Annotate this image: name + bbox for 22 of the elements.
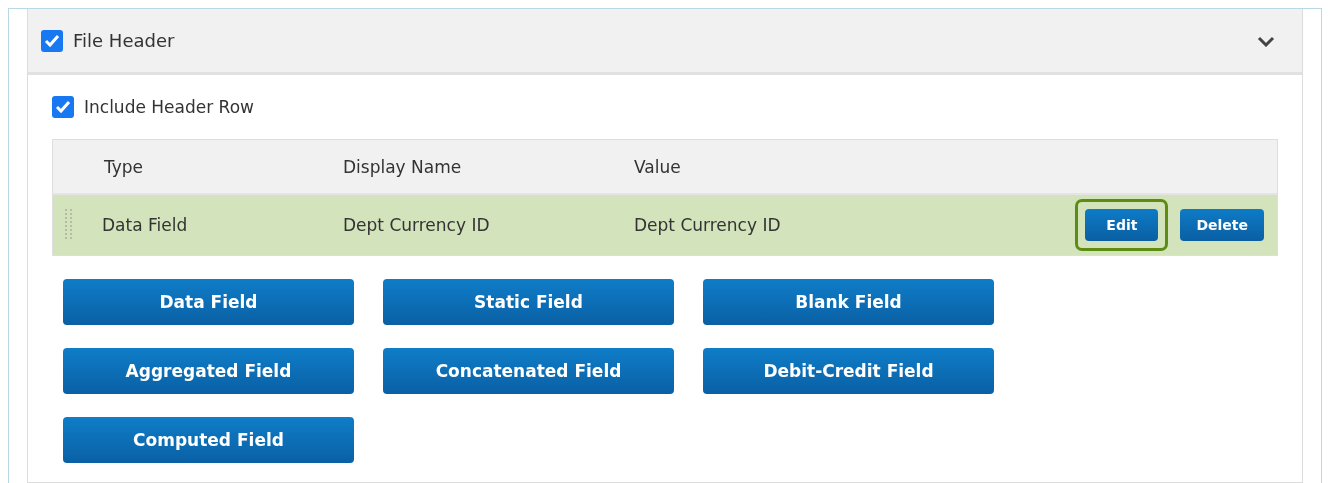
add-field-button[interactable]: Blank Field <box>703 279 994 325</box>
section-title: File Header <box>73 30 175 51</box>
table-cell-text: Data Field <box>102 215 189 235</box>
delete-button[interactable]: Delete <box>1180 209 1264 241</box>
table-cell-text: Dept Currency ID <box>343 215 491 235</box>
chevron-icon[interactable] <box>1257 34 1275 47</box>
add-field-button[interactable]: Debit-Credit Field <box>703 348 994 394</box>
add-field-button[interactable]: Concatenated Field <box>383 348 674 394</box>
header-row-checkbox[interactable] <box>52 96 74 118</box>
table-row[interactable]: Data Field Dept Currency ID Dept Currency ID Edit Delete <box>53 195 1277 255</box>
table-cell-text: Dept Currency ID <box>634 215 782 235</box>
drag-handle-icon[interactable] <box>64 208 74 242</box>
add-field-button[interactable]: Data Field <box>63 279 354 325</box>
column-header: Type <box>103 156 145 177</box>
add-field-button[interactable]: Aggregated Field <box>63 348 354 394</box>
add-field-button[interactable]: Computed Field <box>63 417 354 463</box>
checkbox-label: Include Header Row <box>84 97 254 117</box>
edit-button[interactable]: Edit <box>1085 209 1159 241</box>
column-header: Value <box>634 156 682 177</box>
column-header: Display Name <box>343 156 463 177</box>
add-field-button[interactable]: Static Field <box>383 279 674 325</box>
section-checkbox[interactable] <box>41 29 63 52</box>
